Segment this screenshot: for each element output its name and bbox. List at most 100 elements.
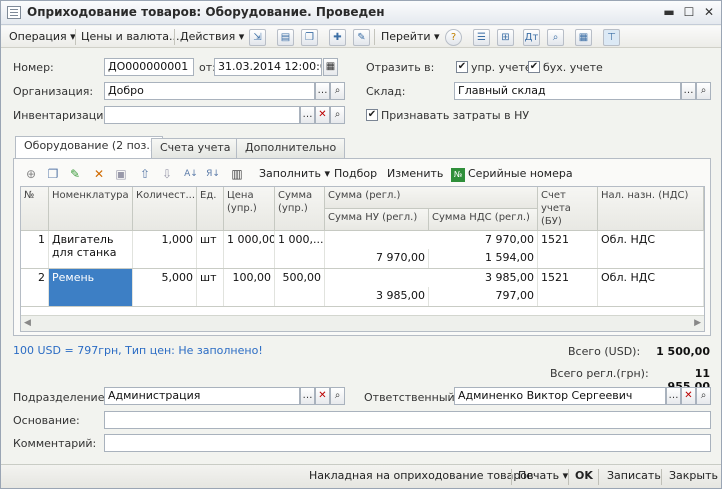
add-document-icon[interactable]: ✚ (329, 29, 346, 46)
tab-accounts[interactable]: Счета учета (151, 138, 240, 158)
structure-icon[interactable]: ▤ (277, 29, 294, 46)
pin-icon[interactable]: ⊤ (603, 29, 620, 46)
department-field[interactable]: Администрация (104, 387, 300, 405)
sort-asc-icon[interactable]: A↓ (183, 166, 199, 182)
select-button[interactable]: … (315, 82, 330, 100)
cell-sum[interactable]: 1 000,... (275, 231, 325, 268)
cell-account[interactable]: 1521 (538, 269, 598, 306)
search-icon[interactable]: ⌕ (696, 387, 711, 405)
grid-settings-icon[interactable]: ⊞ (497, 29, 514, 46)
cell-tax[interactable]: Обл. НДС (598, 231, 704, 268)
col-header-unit[interactable]: Ед. (197, 187, 224, 231)
search-icon[interactable]: ⌕ (330, 106, 345, 124)
cell-nomenclature[interactable]: Ремень (49, 269, 133, 306)
barcode-icon[interactable]: ▥ (229, 166, 245, 182)
tab-equipment[interactable]: Оборудование (2 поз.) (15, 136, 164, 159)
buh-checkbox[interactable]: ✔ (528, 61, 540, 73)
copy-icon[interactable]: ❐ (301, 29, 318, 46)
list-icon[interactable]: ☰ (473, 29, 490, 46)
number-field[interactable]: ДО000000001 (104, 58, 194, 76)
edit-document-icon[interactable]: ✎ (353, 29, 370, 46)
cell-sum-vat[interactable]: 1 594,00 (429, 249, 538, 268)
add-row-icon[interactable]: ⊕ (23, 166, 39, 182)
col-header-nomenclature[interactable]: Номенклатура (49, 187, 133, 231)
horizontal-scrollbar[interactable]: ◀ ▶ (21, 315, 704, 331)
organization-field[interactable]: Добро (104, 82, 315, 100)
selection-button[interactable]: Подбор (334, 167, 377, 180)
clear-icon[interactable]: ✕ (681, 387, 696, 405)
clear-icon[interactable]: ✕ (315, 387, 330, 405)
search-icon[interactable]: ⌕ (330, 82, 345, 100)
find-icon[interactable]: ⌕ (547, 29, 564, 46)
costs-nu-checkbox[interactable]: ✔ (366, 109, 378, 121)
cell-price[interactable]: 100,00 (224, 269, 275, 306)
cell-sum-vat[interactable]: 797,00 (429, 287, 538, 306)
cell-sum-nu[interactable]: 3 985,00 (325, 287, 429, 306)
edit-row-icon[interactable]: ✎ (67, 166, 83, 182)
report-icon[interactable]: ▦ (575, 29, 592, 46)
col-header-account[interactable]: Счет учета (БУ) (538, 187, 598, 231)
print-menu[interactable]: Печать ▾ (518, 469, 568, 482)
minimize-button[interactable]: ▬ (661, 5, 677, 20)
serial-numbers-button[interactable]: Серийные номера (468, 167, 573, 180)
select-button[interactable]: … (300, 387, 315, 405)
col-header-sum[interactable]: Сумма (упр.) (275, 187, 325, 231)
tab-additional[interactable]: Дополнительно (236, 138, 346, 158)
post-icon[interactable]: ⇲ (249, 29, 266, 46)
goto-menu[interactable]: Перейти ▾ (381, 29, 440, 46)
cell-unit[interactable]: шт (197, 269, 224, 306)
table-row[interactable]: 1 Двигатель для станка 1,000 шт 1 000,00… (21, 231, 704, 269)
cell-sum[interactable]: 500,00 (275, 269, 325, 306)
move-down-icon[interactable]: ⇩ (159, 166, 175, 182)
warehouse-field[interactable]: Главный склад (454, 82, 681, 100)
debit-credit-icon[interactable]: Дт (523, 29, 540, 46)
col-header-n[interactable]: № (21, 187, 49, 231)
maximize-button[interactable]: ☐ (681, 5, 697, 20)
calendar-icon[interactable]: ▦ (323, 58, 338, 76)
col-header-sum-vat[interactable]: Сумма НДС (регл.) (429, 209, 538, 231)
end-edit-icon[interactable]: ▣ (113, 166, 129, 182)
col-header-tax[interactable]: Нал. назн. (НДС) (598, 187, 704, 231)
date-field[interactable]: 31.03.2014 12:00:00 (214, 58, 322, 76)
save-button[interactable]: Записать (607, 469, 661, 482)
close-window-button[interactable]: ✕ (701, 5, 717, 20)
search-icon[interactable]: ⌕ (696, 82, 711, 100)
basis-field[interactable] (104, 411, 711, 429)
move-up-icon[interactable]: ⇧ (137, 166, 153, 182)
cell-sum-nu[interactable]: 7 970,00 (325, 249, 429, 268)
upr-checkbox[interactable]: ✔ (456, 61, 468, 73)
col-header-price[interactable]: Цена (упр.) (224, 187, 275, 231)
select-button[interactable]: … (681, 82, 696, 100)
select-button[interactable]: … (666, 387, 681, 405)
cell-sum-regl[interactable]: 3 985,00 (325, 269, 538, 287)
close-button[interactable]: Закрыть (669, 469, 718, 482)
cell-nomenclature[interactable]: Двигатель для станка (49, 231, 133, 268)
scroll-left-icon[interactable]: ◀ (24, 318, 31, 328)
invoice-print-button[interactable]: Накладная на оприходование товаров (309, 469, 534, 482)
cell-quantity[interactable]: 5,000 (133, 269, 197, 306)
responsible-field[interactable]: Админенко Виктор Сергеевич (454, 387, 666, 405)
sort-desc-icon[interactable]: Я↓ (205, 166, 221, 182)
inventory-field[interactable] (104, 106, 300, 124)
col-header-quantity[interactable]: Количест... (133, 187, 197, 231)
cell-tax[interactable]: Обл. НДС (598, 269, 704, 306)
scroll-right-icon[interactable]: ▶ (694, 318, 701, 328)
table-row[interactable]: 2 Ремень 5,000 шт 100,00 500,00 3 985,00… (21, 269, 704, 307)
operation-menu[interactable]: Операция ▾ (9, 29, 76, 46)
fill-menu[interactable]: Заполнить ▾ (259, 167, 330, 180)
cell-sum-regl[interactable]: 7 970,00 (325, 231, 538, 249)
cell-unit[interactable]: шт (197, 231, 224, 268)
change-button[interactable]: Изменить (387, 167, 443, 180)
clear-icon[interactable]: ✕ (315, 106, 330, 124)
prices-currency-button[interactable]: Цены и валюта... (81, 29, 179, 46)
serial-numbers-icon[interactable]: № (451, 168, 465, 182)
copy-row-icon[interactable]: ❐ (45, 166, 61, 182)
col-header-sum-regl[interactable]: Сумма (регл.) (325, 187, 538, 209)
cell-account[interactable]: 1521 (538, 231, 598, 268)
col-header-sum-nu[interactable]: Сумма НУ (регл.) (325, 209, 429, 231)
actions-menu[interactable]: Действия ▾ (180, 29, 244, 46)
ok-button[interactable]: OK (575, 469, 593, 482)
delete-row-icon[interactable]: ✕ (91, 166, 107, 182)
cell-price[interactable]: 1 000,00 (224, 231, 275, 268)
select-button[interactable]: … (300, 106, 315, 124)
